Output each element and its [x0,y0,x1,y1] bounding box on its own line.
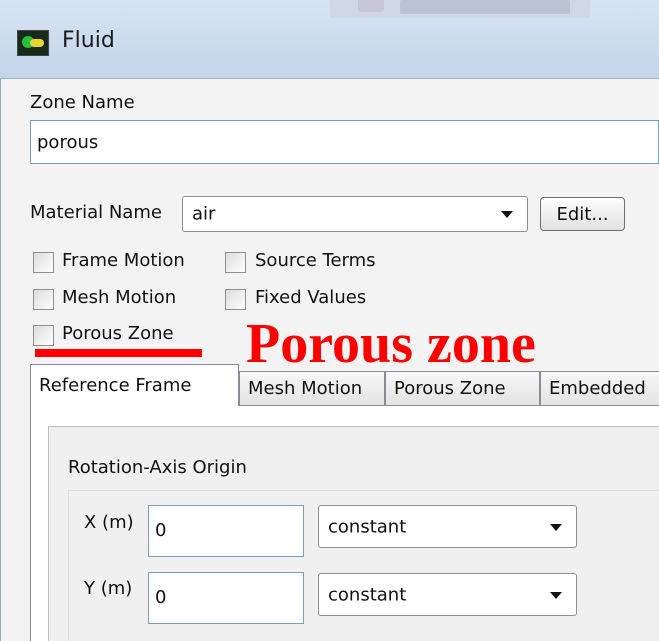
source-terms-label: Source Terms [255,250,376,271]
tab-reference-frame[interactable]: Reference Frame [30,364,239,406]
x-origin-method-value: constant [328,516,407,537]
y-origin-label: Y (m) [84,578,133,599]
frame-motion-label: Frame Motion [62,250,185,271]
x-origin-input[interactable]: 0 [148,505,304,557]
background-window-strip [330,0,590,18]
window-titlebar[interactable]: Fluid [0,0,659,79]
y-origin-method-value: constant [328,584,407,605]
chevron-down-icon [550,523,562,531]
tab-strip: Reference Frame Mesh Motion Porous Zone … [30,364,659,406]
tab-mesh-motion[interactable]: Mesh Motion [239,371,385,405]
edit-material-button[interactable]: Edit... [540,197,625,231]
tab-embedded[interactable]: Embedded [540,371,659,405]
x-origin-method-dropdown[interactable]: constant [318,505,577,548]
y-origin-input[interactable]: 0 [148,572,304,624]
mesh-motion-checkbox[interactable] [33,289,54,310]
source-terms-checkbox[interactable] [225,252,246,273]
fixed-values-label: Fixed Values [255,287,367,308]
porous-zone-label: Porous Zone [62,323,174,344]
chevron-down-icon [550,591,562,599]
tab-porous-zone[interactable]: Porous Zone [385,371,540,405]
rotation-axis-origin-title: Rotation-Axis Origin [68,457,247,478]
chevron-down-icon [501,211,513,218]
frame-motion-checkbox[interactable] [33,252,54,273]
fluent-app-icon [17,30,49,56]
zone-name-label: Zone Name [30,92,135,113]
window-title: Fluid [62,28,115,53]
zone-name-input[interactable]: porous [30,120,659,164]
fixed-values-checkbox[interactable] [225,289,246,310]
mesh-motion-label: Mesh Motion [62,287,177,308]
y-origin-method-dropdown[interactable]: constant [318,573,577,616]
material-name-value: air [192,203,216,225]
material-name-dropdown[interactable]: air [182,196,528,232]
annotation-underline [35,349,202,357]
x-origin-label: X (m) [84,512,134,533]
material-name-label: Material Name [30,202,162,223]
porous-zone-checkbox[interactable] [33,325,54,346]
